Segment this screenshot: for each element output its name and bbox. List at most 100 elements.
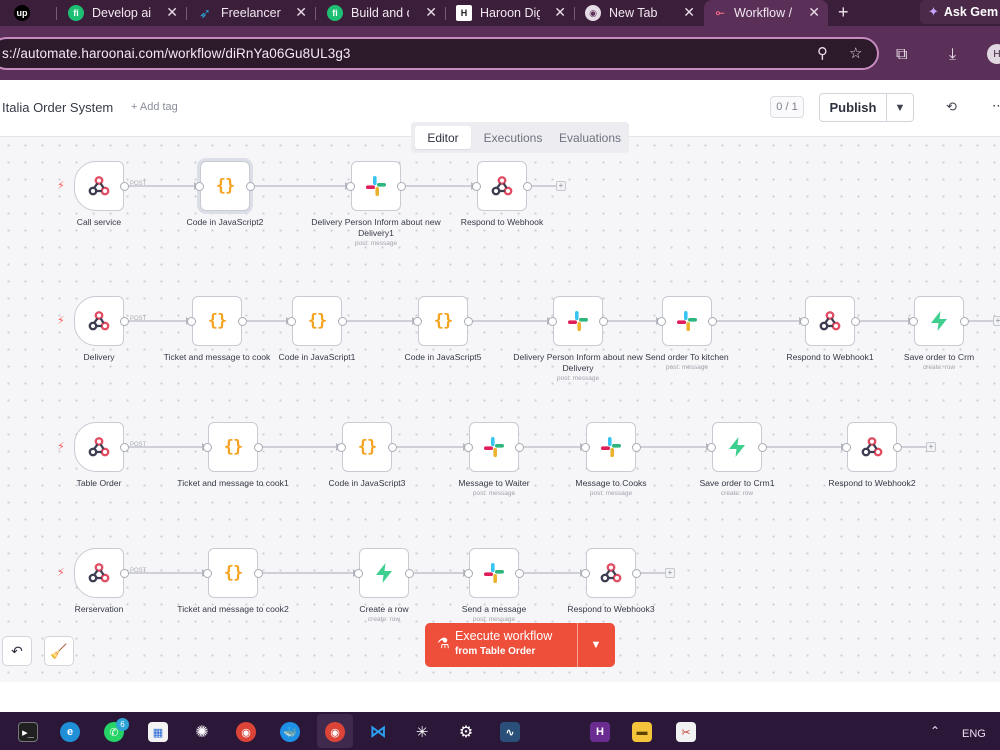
node-label[interactable]: Respond to Webhook3 (546, 604, 676, 615)
edge-icon[interactable]: e (60, 722, 80, 742)
chevron-up-icon[interactable]: ⌃ (930, 724, 940, 738)
tidy-up-button[interactable]: 🧹 (44, 636, 74, 666)
node-label[interactable]: Save order to Crm (874, 352, 1000, 363)
execute-workflow-button[interactable]: ⚗ Execute workflow from Table Order ▼ (425, 623, 615, 667)
haroon-app-icon[interactable]: H (590, 722, 610, 742)
settings-gear-icon[interactable]: ⚙ (456, 722, 476, 742)
input-port[interactable] (581, 442, 590, 452)
output-port[interactable] (254, 568, 263, 578)
workflow-node[interactable] (553, 296, 603, 346)
output-port[interactable] (523, 181, 532, 191)
output-port[interactable] (960, 316, 969, 326)
workflow-node[interactable] (586, 548, 636, 598)
close-icon[interactable]: ✕ (295, 4, 307, 21)
bookmark-star-icon[interactable]: ☆ (849, 44, 862, 62)
avatar[interactable]: H (987, 44, 1000, 64)
terminal-icon[interactable]: ▸_ (18, 722, 38, 742)
tab-haroon[interactable]: H Haroon Dig ✕ (456, 0, 574, 26)
node-label[interactable]: Code in JavaScript1 (252, 352, 382, 363)
input-port[interactable] (464, 442, 473, 452)
node-label[interactable]: Delivery (34, 352, 164, 363)
chrome-icon[interactable]: ◉ (325, 722, 345, 742)
url-text[interactable]: s://automate.haroonai.com/workflow/diRnY… (2, 46, 351, 61)
output-port[interactable] (632, 442, 641, 452)
workflow-node[interactable]: {} (418, 296, 468, 346)
new-tab-icon[interactable]: + (838, 2, 849, 23)
output-port[interactable] (515, 442, 524, 452)
add-node-button[interactable]: + (665, 568, 675, 578)
output-port[interactable] (599, 316, 608, 326)
input-port[interactable] (909, 316, 918, 326)
production-checklist-counter[interactable]: 0 / 1 (770, 96, 804, 118)
slack-icon[interactable]: ✳ (412, 722, 432, 742)
workflow-node[interactable]: {} (342, 422, 392, 472)
tab-build-and[interactable]: fi Build and d ✕ (327, 0, 445, 26)
address-bar[interactable]: s://automate.haroonai.com/workflow/diRnY… (0, 37, 879, 70)
add-tag-button[interactable]: + Add tag (131, 101, 178, 113)
add-node-button[interactable]: + (993, 316, 1000, 326)
workflow-node[interactable] (359, 548, 409, 598)
download-icon[interactable]: ⤓ (949, 46, 956, 64)
node-label[interactable]: Send a message (429, 604, 559, 615)
node-label[interactable]: Respond to Webhook (437, 217, 567, 228)
tab-executions[interactable]: Executions (473, 126, 553, 149)
node-label[interactable]: Code in JavaScript3 (302, 478, 432, 489)
output-port[interactable] (851, 316, 860, 326)
store-icon[interactable]: ▦ (148, 722, 168, 742)
workflow-name[interactable]: Italia Order System (2, 100, 113, 115)
input-port[interactable] (337, 442, 346, 452)
workflow-node[interactable] (74, 296, 124, 346)
output-port[interactable] (246, 181, 255, 191)
node-label[interactable]: Code in JavaScript2 (160, 217, 290, 228)
chrome-icon[interactable]: ◉ (236, 722, 256, 742)
tab-editor[interactable]: Editor (415, 126, 471, 149)
output-port[interactable] (708, 316, 717, 326)
tab-workflow[interactable]: ⟜ Workflow / ✕ (704, 0, 828, 26)
node-label[interactable]: Rerservation (34, 604, 164, 615)
workflow-node[interactable]: {} (200, 161, 250, 211)
output-port[interactable] (405, 568, 414, 578)
output-port[interactable] (758, 442, 767, 452)
node-label[interactable]: Delivery Person Inform about new Deliver… (311, 217, 441, 239)
workflow-node[interactable] (74, 422, 124, 472)
input-port[interactable] (203, 442, 212, 452)
workflow-node[interactable] (469, 422, 519, 472)
close-icon[interactable]: ✕ (808, 4, 820, 21)
add-node-button[interactable]: + (926, 442, 936, 452)
output-port[interactable] (120, 442, 129, 452)
undo-button[interactable]: ↶ (2, 636, 32, 666)
output-port[interactable] (388, 442, 397, 452)
input-port[interactable] (548, 316, 557, 326)
workflow-node[interactable] (914, 296, 964, 346)
workflow-node[interactable] (74, 548, 124, 598)
node-label[interactable]: Message to Waiter (429, 478, 559, 489)
output-port[interactable] (632, 568, 641, 578)
workflow-node[interactable] (74, 161, 124, 211)
input-port[interactable] (800, 316, 809, 326)
tab-freelancer[interactable]: ➶ Freelancer ✕ (197, 0, 315, 26)
tab-upwork[interactable]: up (14, 0, 56, 26)
output-port[interactable] (338, 316, 347, 326)
close-icon[interactable]: ✕ (554, 4, 566, 21)
output-port[interactable] (254, 442, 263, 452)
tab-evaluations[interactable]: Evaluations (553, 126, 627, 149)
input-port[interactable] (354, 568, 363, 578)
node-label[interactable]: Respond to Webhook2 (807, 478, 937, 489)
performance-icon[interactable]: ∿ (500, 722, 520, 742)
more-icon[interactable]: ⋯ (992, 98, 1000, 114)
snipping-tool-icon[interactable]: ✂ (676, 722, 696, 742)
workflow-node[interactable]: {} (208, 422, 258, 472)
workflow-node[interactable] (477, 161, 527, 211)
input-port[interactable] (707, 442, 716, 452)
workflow-node[interactable] (351, 161, 401, 211)
docker-icon[interactable]: 🐳 (280, 722, 300, 742)
workflow-node[interactable] (662, 296, 712, 346)
input-port[interactable] (187, 316, 196, 326)
output-port[interactable] (120, 568, 129, 578)
input-port[interactable] (472, 181, 481, 191)
output-port[interactable] (464, 316, 473, 326)
node-label[interactable]: Call service (34, 217, 164, 228)
workflow-node[interactable] (847, 422, 897, 472)
node-label[interactable]: Save order to Crm1 (672, 478, 802, 489)
tab-develop-ai[interactable]: fi Develop ai ✕ (68, 0, 186, 26)
